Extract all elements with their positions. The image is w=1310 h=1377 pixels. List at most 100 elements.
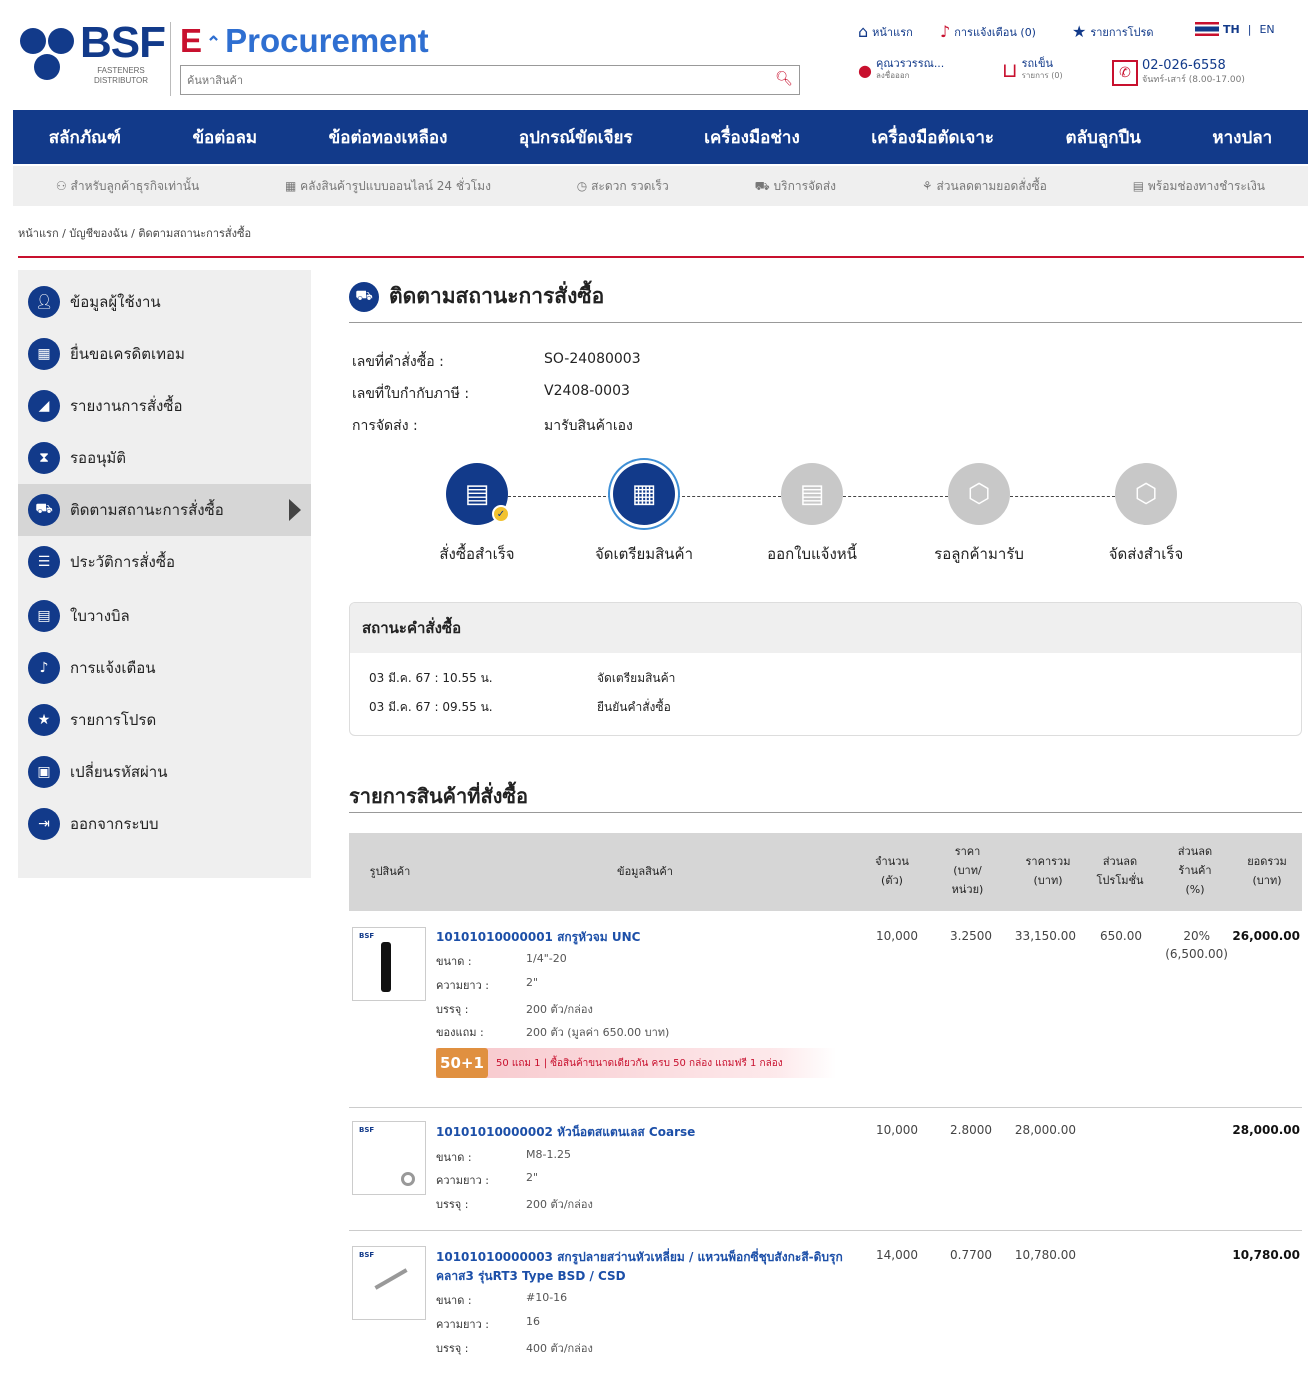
unit-price: 3.2500 — [950, 929, 992, 943]
lang-th[interactable]: TH — [1223, 23, 1240, 36]
brand-logo[interactable]: BSF FASTENERS DISTRIBUTOR — [18, 18, 166, 94]
screw-set-icon — [374, 1268, 408, 1290]
cart-label: รถเข็น — [1021, 57, 1053, 70]
logo-hex-icon — [20, 28, 46, 54]
step-connector — [1010, 496, 1115, 497]
search-icon[interactable]: 🔍︎ — [775, 71, 793, 87]
cart-link[interactable]: ⊔ รถเข็น รายการ (0) — [1002, 57, 1063, 83]
category-item[interactable]: ข้อต่อทองเหลือง — [329, 124, 448, 151]
user-account[interactable]: ● คุณวรวรรณ... ลงชื่อออก — [858, 58, 944, 82]
sidebar-item-order-history[interactable]: ☰ ประวัติการสั่งซื้อ — [18, 536, 311, 588]
sidebar-item-label: การแจ้งเตือน — [70, 659, 156, 677]
benefit-item: ⚇ สำหรับลูกค้าธุรกิจเท่านั้น — [56, 177, 199, 196]
notifications-label: การแจ้งเตือน (0) — [954, 25, 1036, 39]
th-price-line: ราคา — [954, 845, 981, 858]
tax-no: V2408-0003 — [544, 383, 630, 399]
spec-value: M8-1.25 — [526, 1148, 571, 1161]
sidebar-item-change-password[interactable]: ▣ เปลี่ยนรหัสผ่าน — [18, 746, 311, 798]
product-image[interactable]: BSF — [352, 1121, 426, 1195]
spec-label: ของแถม : — [436, 1026, 484, 1039]
brand-subtitle-line2: DISTRIBUTOR — [93, 76, 149, 85]
sidebar-item-favorites[interactable]: ★ รายการโปรด — [18, 694, 311, 746]
product-name-link-line2[interactable]: คลาส3 รุ่นRT3 Type BSD / CSD — [436, 1267, 626, 1286]
delivery-label: การจัดส่ง : — [352, 418, 418, 434]
sidebar-item-logout[interactable]: ⇥ ออกจากระบบ — [18, 798, 311, 850]
bsf-mark-icon: BSF — [359, 1251, 375, 1259]
sidebar-item-credit-term[interactable]: ▦ ยื่นขอเครดิตเทอม — [18, 328, 311, 380]
category-item[interactable]: อุปกรณ์ขัดเจียร — [519, 124, 633, 151]
th-price-line: (บาท/ — [953, 864, 982, 877]
step-label: จัดเตรียมสินค้า — [595, 545, 693, 563]
spec-value: 16 — [526, 1315, 540, 1328]
product-image[interactable]: BSF — [352, 1246, 426, 1320]
calendar-icon: ▦ — [28, 338, 60, 370]
cart-icon: ⊔ — [1002, 58, 1018, 82]
section-divider — [349, 812, 1302, 813]
row-divider — [349, 1107, 1302, 1108]
status-time: 03 มี.ค. 67 : 10.55 น. — [369, 671, 493, 685]
breadcrumb[interactable]: หน้าแรก / บัญชีของฉัน / ติดตามสถานะการสั… — [18, 224, 251, 242]
sidebar-item-label: รายงานการสั่งซื้อ — [70, 397, 183, 415]
spec-value: 200 ตัว/กล่อง — [526, 1198, 593, 1211]
shop-discount: 20% — [1183, 929, 1210, 943]
contact-phone[interactable]: ✆ 02-026-6558 จันทร์-เสาร์ (8.00-17.00) — [1112, 58, 1245, 88]
order-status-title: สถานะคำสั่งซื้อ — [350, 603, 1301, 653]
eprocurement-title: E ⌃ Procurement — [180, 22, 429, 60]
user-sub[interactable]: ลงชื่อออก — [876, 70, 944, 82]
step-label: ออกใบแจ้งหนี้ — [767, 545, 857, 563]
th-net: ยอดรวม (บาท) — [1232, 852, 1302, 890]
truck-icon: ⛟ — [349, 281, 379, 312]
spec-label: บรรจุ : — [436, 1003, 469, 1016]
tax-no-label: เลขที่ใบกำกับภาษี : — [352, 386, 470, 402]
thai-flag-icon — [1195, 22, 1219, 36]
category-item[interactable]: หางปลา — [1212, 124, 1272, 151]
sidebar-item-track-order[interactable]: ⛟ ติดตามสถานะการสั่งซื้อ — [18, 484, 311, 536]
status-text: ยืนยันคำสั่งซื้อ — [597, 700, 671, 714]
brand-name: BSF — [80, 18, 166, 67]
search-input[interactable] — [181, 66, 751, 94]
row-divider — [349, 1230, 1302, 1231]
sidebar-item-pending-approval[interactable]: ⧗ รออนุมัติ — [18, 432, 311, 484]
sidebar-item-notifications[interactable]: ♪ การแจ้งเตือน — [18, 642, 311, 694]
step-label: สั่งซื้อสำเร็จ — [439, 545, 515, 563]
search-bar[interactable]: 🔍︎ — [180, 65, 800, 95]
th-price: ราคา (บาท/หน่วย) — [935, 842, 1000, 899]
nut-icon — [401, 1172, 415, 1186]
promo-text: 50 แถม 1 | ซื้อสินค้าขนาดเดียวกัน ครบ 50… — [496, 1057, 783, 1069]
category-item[interactable]: ข้อต่อลม — [192, 124, 257, 151]
step-label: จัดส่งสำเร็จ — [1108, 545, 1184, 563]
sidebar-item-order-report[interactable]: ◢ รายงานการสั่งซื้อ — [18, 380, 311, 432]
home-link[interactable]: ⌂ หน้าแรก — [858, 22, 913, 41]
sidebar-item-label: ประวัติการสั่งซื้อ — [70, 553, 176, 571]
category-item[interactable]: เครื่องมือตัดเจาะ — [871, 124, 994, 151]
category-item[interactable]: เครื่องมือช่าง — [704, 124, 800, 151]
net-total: 10,780.00 — [1232, 1248, 1300, 1262]
notifications-link[interactable]: ♪ การแจ้งเตือน (0) — [940, 22, 1036, 41]
phone-number: 02-026-6558 — [1142, 58, 1226, 73]
sidebar-item-label: ยื่นขอเครดิตเทอม — [70, 345, 185, 363]
sidebar-item-profile[interactable]: 👤︎ ข้อมูลผู้ใช้งาน — [18, 276, 311, 328]
sidebar-item-label: ออกจากระบบ — [70, 815, 159, 833]
sidebar-item-billing[interactable]: ▤ ใบวางบิล — [18, 590, 311, 642]
hourglass-icon: ⧗ — [28, 442, 60, 474]
user-icon: ● — [858, 60, 872, 80]
th-image: รูปสินค้า — [369, 865, 411, 878]
qty: 14,000 — [876, 1248, 918, 1262]
benefit-item: ⚘ ส่วนลดตามยอดสั่งซื้อ — [922, 177, 1047, 196]
lang-en[interactable]: EN — [1259, 23, 1274, 36]
product-name-link[interactable]: 10101010000003 สกรูปลายสว่านหัวเหลี่ยม /… — [436, 1248, 843, 1267]
language-switch[interactable]: TH | EN — [1195, 22, 1275, 36]
spec-label: บรรจุ : — [436, 1198, 469, 1211]
eproc-text: Procurement — [225, 22, 429, 59]
items-section-title: รายการสินค้าที่สั่งซื้อ — [349, 784, 529, 808]
category-item[interactable]: ตลับลูกปืน — [1066, 124, 1141, 151]
category-item[interactable]: สลักภัณฑ์ — [49, 124, 121, 151]
product-name-link[interactable]: 10101010000001 สกรูหัวจม UNC — [436, 928, 640, 947]
product-name-link[interactable]: 10101010000002 หัวน็อตสแตนเลส Coarse — [436, 1123, 695, 1142]
bell-icon: ♪ — [28, 652, 60, 684]
spec-label: ขนาด : — [436, 1151, 472, 1164]
th-price-line: หน่วย) — [951, 883, 984, 896]
product-image[interactable]: BSF — [352, 927, 426, 1001]
th-promo-line: โปรโมชั่น — [1096, 874, 1144, 887]
favorites-link[interactable]: ★ รายการโปรด — [1072, 22, 1154, 41]
